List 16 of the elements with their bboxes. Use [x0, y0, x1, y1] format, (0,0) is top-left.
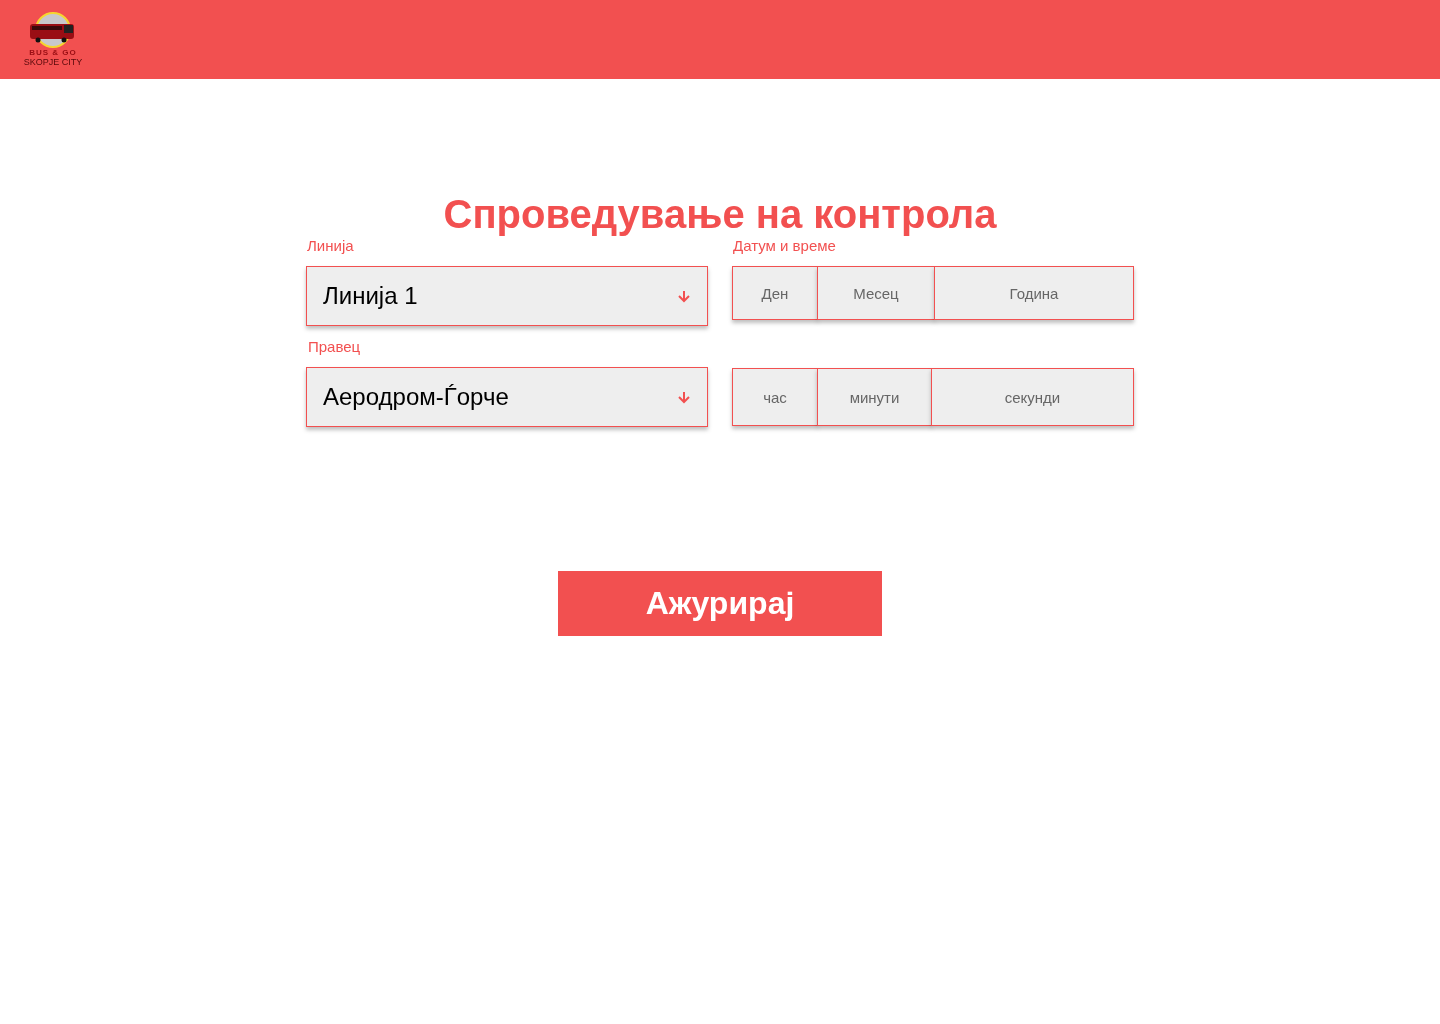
input-field[interactable]: Година — [934, 266, 1134, 320]
input-field[interactable]: Ден — [732, 266, 818, 320]
arrow-down-icon — [677, 289, 691, 303]
arrow-down-icon — [677, 390, 691, 404]
direction-dropdown[interactable]: Аеродром-Ѓорче — [306, 367, 708, 427]
page-title: Спроведување на контрола — [443, 191, 997, 237]
input-field[interactable]: Месец — [817, 266, 935, 320]
logo-tagline: SKOPJE CITY — [23, 57, 83, 67]
input-field[interactable]: час — [732, 368, 818, 426]
input-field[interactable]: минути — [817, 368, 932, 426]
line-dropdown[interactable]: Линија 1 — [306, 266, 708, 326]
logo-text: BUS & GO — [29, 48, 77, 57]
input-field[interactable]: секунди — [931, 368, 1134, 426]
field-label: Линија — [307, 237, 355, 255]
field-label: Датум и време — [733, 237, 837, 255]
field-label: Правец — [308, 338, 362, 356]
